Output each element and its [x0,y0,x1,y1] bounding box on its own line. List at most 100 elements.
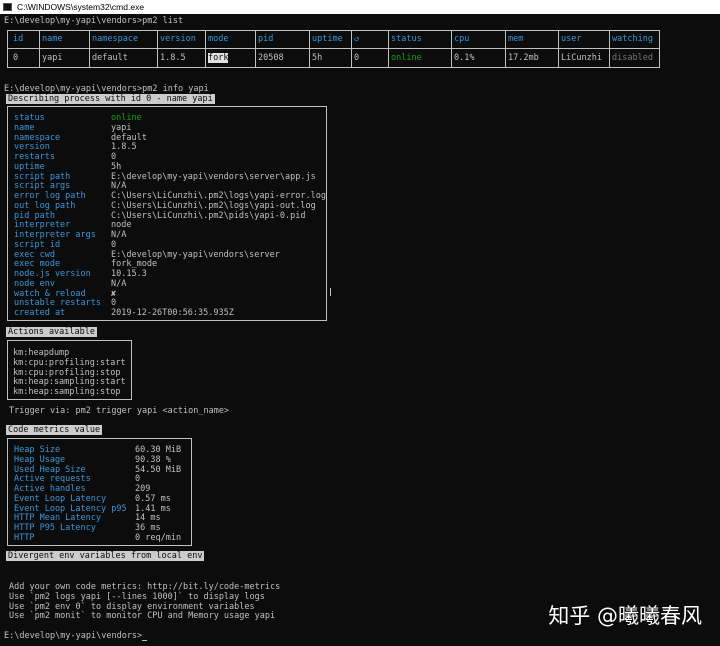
info-key: HTTP Mean Latency [14,513,101,524]
info-key: Event Loop Latency p95 [14,503,127,514]
info-value: node [111,220,132,231]
action-item: km:cpu:profiling:start [13,357,126,368]
info-key: Active handles [14,484,86,494]
info-key: node.js version [14,269,91,279]
describe-header: Describing process with id 0 - name yapi [6,94,215,104]
info-value: 0 [111,152,117,162]
column-header: pid [258,34,274,44]
column-header: namespace [92,34,139,44]
info-value: N/A [111,181,127,192]
table-cell: 0 [13,53,19,63]
info-key: HTTP P95 Latency [14,523,96,533]
table-cell: 20508 [258,53,284,63]
info-value: 209 [135,484,151,494]
info-key: interpreter [14,220,71,231]
window-title: C:\WINDOWS\system32\cmd.exe [17,2,145,12]
column-header: mode [208,34,229,44]
cmd-icon [3,3,12,11]
info-key: HTTP [14,532,35,543]
metrics-box: Heap Size 60.30 MiB Heap Usage 90.38 % Used … [7,438,192,546]
table-cell: yapi [42,53,63,63]
divergent-header: Divergent env variables from local env [6,551,205,561]
info-value: C:\Users\LiCunzhi\.pm2\logs\yapi-out.log [111,200,316,211]
info-value: C:\Users\LiCunzhi\.pm2\logs\yapi-error.l… [111,191,326,201]
info-key: status [14,113,45,123]
prompt-current[interactable]: E:\develop\my-yapi\vendors> [4,631,148,641]
column-header: id [13,34,24,44]
action-item: km:heap:sampling:stop [13,387,121,397]
info-key: script id [14,239,61,250]
column-header: ↺ [354,34,360,44]
actions-header: Actions available [6,327,97,337]
info-key: uptime [14,161,45,172]
process-info-box: status online name yapi namespace default vers… [7,106,327,321]
info-key: exec mode [14,259,61,270]
metrics-header: Code metrics value [6,425,103,435]
info-key: watch & reload [14,288,86,299]
info-value: 90.38 % [135,454,171,465]
action-item: km:cpu:profiling:stop [13,367,121,378]
table-cell: 1.8.5 [160,53,186,63]
info-key: node env [14,278,55,289]
info-value: fork_mode [111,259,158,270]
text-cursor [142,640,148,641]
table-cell: 17.2mb [508,53,539,63]
info-key: error log path [14,191,86,201]
info-key: version [14,142,50,153]
info-value: 54.50 MiB [135,464,182,475]
info-key: out log path [14,200,76,211]
trigger-line: Trigger via: pm2 trigger yapi <action_na… [9,406,230,416]
info-value: 0 [111,239,117,250]
footer-hint-line: Use `pm2 env 0` to display environment v… [9,601,255,612]
info-key: script args [14,181,71,192]
info-key: name [14,122,35,133]
column-header: cpu [454,34,470,44]
window-titlebar[interactable]: C:\WINDOWS\system32\cmd.exe [0,0,720,14]
info-key: pid path [14,210,55,221]
table-cell: 0 [354,53,360,63]
column-header: uptime [312,34,343,44]
info-value: C:\Users\LiCunzhi\.pm2\pids\yapi-0.pid [111,210,306,221]
info-value: 2019-12-26T00:56:35.935Z [111,308,234,318]
info-value: 0.57 ms [135,493,171,504]
table-cell: online [391,53,422,63]
info-key: exec cwd [14,249,55,260]
info-key: Active requests [14,474,91,485]
info-key: restarts [14,152,55,162]
prompt-pm2-info: E:\develop\my-yapi\vendors>pm2 info yapi [4,84,209,94]
info-key: interpreter args [14,230,96,240]
info-value: 1.41 ms [135,503,171,514]
watermark: 知乎 @曦曦春风 [548,604,702,628]
info-key: script path [14,171,71,182]
column-header: version [160,34,196,44]
info-value: yapi [111,122,132,133]
info-value: online [111,113,142,123]
info-key: created at [14,308,66,318]
column-header: name [42,34,63,44]
info-value: ✘ [111,288,117,299]
info-value: 5h [111,161,122,172]
footer-hint-line: Use `pm2 logs yapi [--lines 1000]` to di… [9,591,265,602]
info-value: E:\develop\my-yapi\vendors\server\app.js [111,171,316,182]
info-value: 14 ms [135,513,161,524]
table-cell-selected: fork [208,53,229,63]
action-item: km:heap:sampling:start [13,377,126,388]
table-cell: LiCunzhi [561,53,602,63]
process-list-table: id name namespace version mode pid uptime ↺ stat… [7,30,660,68]
table-cell: disabled [612,53,653,63]
info-value: 36 ms [135,523,161,533]
info-value: 0 [135,474,141,485]
info-value: E:\develop\my-yapi\vendors\server [111,249,280,260]
info-key: namespace [14,132,61,143]
info-value: default [111,132,147,143]
info-key: Heap Size [14,445,61,455]
prompt-pm2-list: E:\develop\my-yapi\vendors>pm2 list [4,16,184,26]
info-value: 10.15.3 [111,269,147,279]
table-cell: 5h [312,53,323,63]
table-cell: default [92,53,128,63]
info-value: 1.8.5 [111,142,137,153]
info-key: Used Heap Size [14,464,86,475]
footer-hint-line: Use `pm2 monit` to monitor CPU and Memor… [9,611,276,622]
info-key: unstable restarts [14,298,101,309]
info-key: Event Loop Latency [14,493,107,504]
